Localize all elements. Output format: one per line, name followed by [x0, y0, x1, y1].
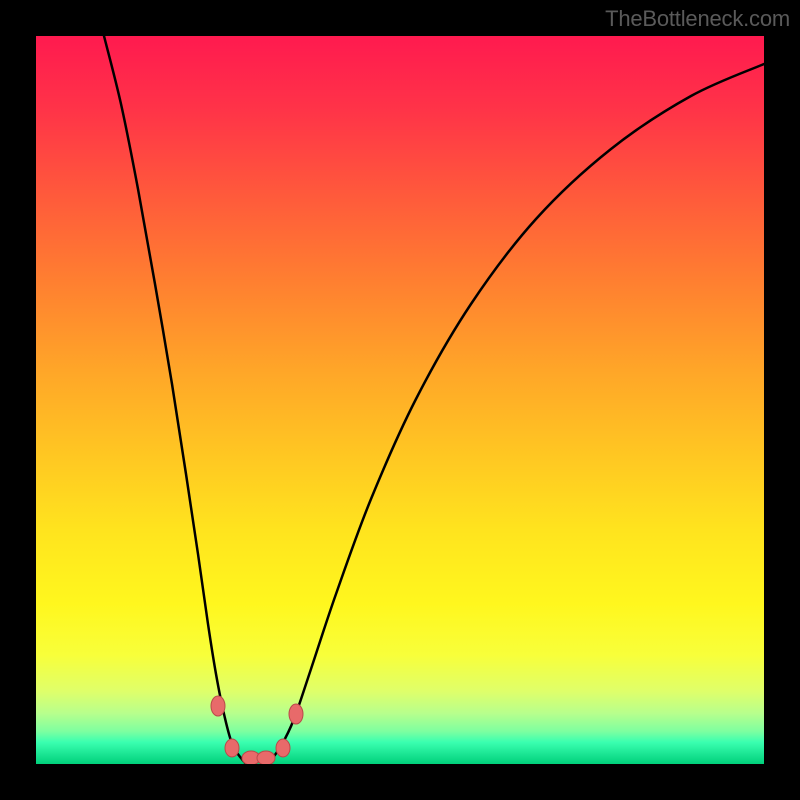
curves-svg: [36, 36, 764, 764]
bottleneck-marker: [289, 704, 303, 724]
right-curve: [268, 64, 764, 764]
watermark-text: TheBottleneck.com: [605, 6, 790, 32]
curve-group: [104, 36, 764, 764]
bottleneck-marker: [257, 751, 275, 764]
plot-area: [36, 36, 764, 764]
bottleneck-marker: [211, 696, 225, 716]
left-curve: [104, 36, 246, 764]
chart-frame: TheBottleneck.com: [0, 0, 800, 800]
bottleneck-marker: [225, 739, 239, 757]
bottleneck-marker: [276, 739, 290, 757]
